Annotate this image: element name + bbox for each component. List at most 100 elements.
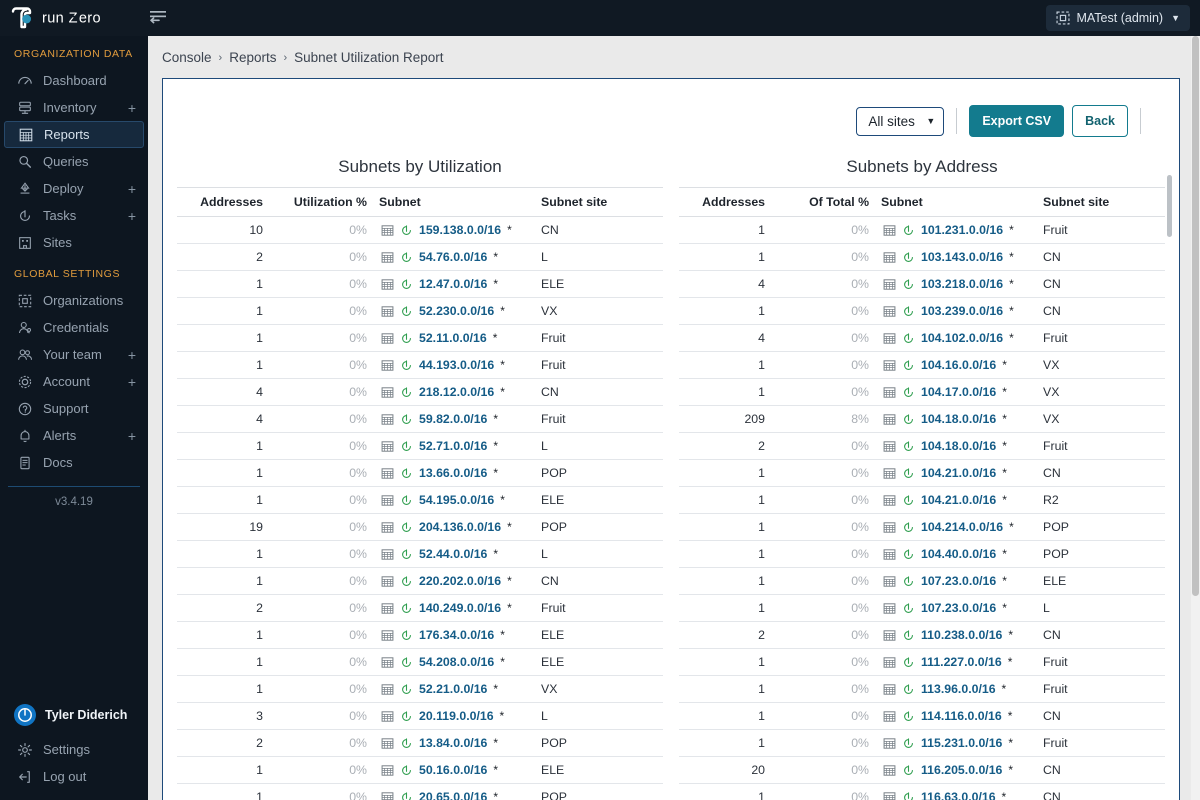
site-filter-select[interactable]: All sites xyxy=(856,106,945,136)
sidebar-item-account[interactable]: Account + xyxy=(4,368,144,395)
column-header-addresses[interactable]: Addresses xyxy=(177,187,269,217)
scan-icon[interactable] xyxy=(902,737,915,750)
subnet-link[interactable]: 20.119.0.0/16 xyxy=(419,709,494,723)
subnet-link[interactable]: 116.205.0.0/16 xyxy=(921,763,1002,777)
grid-icon[interactable] xyxy=(883,251,896,264)
scan-icon[interactable] xyxy=(400,764,413,777)
grid-icon[interactable] xyxy=(883,548,896,561)
grid-icon[interactable] xyxy=(381,224,394,237)
export-csv-button[interactable]: Export CSV xyxy=(969,105,1065,137)
sidebar-item-queries[interactable]: Queries xyxy=(4,148,144,175)
scan-icon[interactable] xyxy=(902,251,915,264)
sidebar-item-settings[interactable]: Settings xyxy=(4,736,144,763)
subnet-link[interactable]: 113.96.0.0/16 xyxy=(921,682,996,696)
subnet-link[interactable]: 176.34.0.0/16 xyxy=(419,628,494,642)
scan-icon[interactable] xyxy=(902,278,915,291)
scan-icon[interactable] xyxy=(400,224,413,237)
subnet-link[interactable]: 59.82.0.0/16 xyxy=(419,412,487,426)
scan-icon[interactable] xyxy=(902,467,915,480)
subnet-link[interactable]: 13.84.0.0/16 xyxy=(419,736,487,750)
subnet-link[interactable]: 110.238.0.0/16 xyxy=(921,628,1002,642)
grid-icon[interactable] xyxy=(381,791,394,800)
scan-icon[interactable] xyxy=(902,413,915,426)
sidebar-item-alerts[interactable]: Alerts + xyxy=(4,422,144,449)
column-header-subnet[interactable]: Subnet xyxy=(373,187,535,217)
grid-icon[interactable] xyxy=(381,305,394,318)
subnet-link[interactable]: 52.230.0.0/16 xyxy=(419,304,494,318)
scan-icon[interactable] xyxy=(902,305,915,318)
grid-icon[interactable] xyxy=(883,467,896,480)
expand-plus-icon[interactable]: + xyxy=(128,101,136,115)
scan-icon[interactable] xyxy=(400,710,413,723)
grid-icon[interactable] xyxy=(381,764,394,777)
scan-icon[interactable] xyxy=(400,548,413,561)
expand-plus-icon[interactable]: + xyxy=(128,209,136,223)
scan-icon[interactable] xyxy=(902,440,915,453)
page-scrollbar-thumb[interactable] xyxy=(1192,36,1199,596)
grid-icon[interactable] xyxy=(381,629,394,642)
grid-icon[interactable] xyxy=(381,737,394,750)
grid-icon[interactable] xyxy=(883,278,896,291)
subnet-link[interactable]: 104.17.0.0/16 xyxy=(921,385,996,399)
scan-icon[interactable] xyxy=(400,683,413,696)
subnet-link[interactable]: 104.40.0.0/16 xyxy=(921,547,996,561)
subnet-link[interactable]: 111.227.0.0/16 xyxy=(921,655,1002,669)
scan-icon[interactable] xyxy=(400,305,413,318)
grid-icon[interactable] xyxy=(883,224,896,237)
scan-icon[interactable] xyxy=(902,494,915,507)
scan-icon[interactable] xyxy=(400,359,413,372)
sidebar-item-tasks[interactable]: Tasks + xyxy=(4,202,144,229)
page-scrollbar[interactable] xyxy=(1191,36,1200,800)
grid-icon[interactable] xyxy=(381,386,394,399)
scan-icon[interactable] xyxy=(902,548,915,561)
scan-icon[interactable] xyxy=(400,386,413,399)
scan-icon[interactable] xyxy=(400,575,413,588)
scan-icon[interactable] xyxy=(902,710,915,723)
grid-icon[interactable] xyxy=(381,683,394,696)
grid-icon[interactable] xyxy=(883,791,896,800)
expand-plus-icon[interactable]: + xyxy=(128,182,136,196)
grid-icon[interactable] xyxy=(883,386,896,399)
grid-icon[interactable] xyxy=(381,494,394,507)
grid-icon[interactable] xyxy=(381,602,394,615)
grid-icon[interactable] xyxy=(381,467,394,480)
grid-icon[interactable] xyxy=(381,656,394,669)
grid-icon[interactable] xyxy=(883,629,896,642)
grid-icon[interactable] xyxy=(883,494,896,507)
grid-icon[interactable] xyxy=(883,332,896,345)
subnet-link[interactable]: 104.21.0.0/16 xyxy=(921,493,996,507)
column-header-addresses[interactable]: Addresses xyxy=(679,187,771,217)
scan-icon[interactable] xyxy=(902,683,915,696)
subnet-link[interactable]: 50.16.0.0/16 xyxy=(419,763,487,777)
scan-icon[interactable] xyxy=(400,440,413,453)
grid-icon[interactable] xyxy=(381,251,394,264)
grid-icon[interactable] xyxy=(883,710,896,723)
column-header-subnet[interactable]: Subnet xyxy=(875,187,1037,217)
column-header-subnet-site[interactable]: Subnet site xyxy=(1037,187,1165,217)
column-header-utilization[interactable]: Utilization % xyxy=(269,187,373,217)
scan-icon[interactable] xyxy=(400,521,413,534)
sidebar-item-reports[interactable]: Reports xyxy=(4,121,144,148)
grid-icon[interactable] xyxy=(883,602,896,615)
grid-icon[interactable] xyxy=(883,521,896,534)
scan-icon[interactable] xyxy=(902,359,915,372)
subnet-link[interactable]: 101.231.0.0/16 xyxy=(921,223,1003,237)
subnet-link[interactable]: 104.21.0.0/16 xyxy=(921,466,996,480)
grid-icon[interactable] xyxy=(381,548,394,561)
grid-icon[interactable] xyxy=(883,413,896,426)
scan-icon[interactable] xyxy=(902,629,915,642)
scan-icon[interactable] xyxy=(400,656,413,669)
subnet-link[interactable]: 54.195.0.0/16 xyxy=(419,493,494,507)
back-button[interactable]: Back xyxy=(1072,105,1128,137)
grid-icon[interactable] xyxy=(381,710,394,723)
subnet-link[interactable]: 52.44.0.0/16 xyxy=(419,547,487,561)
menu-collapse-icon[interactable] xyxy=(148,8,168,29)
expand-plus-icon[interactable]: + xyxy=(128,348,136,362)
scan-icon[interactable] xyxy=(400,602,413,615)
subnet-link[interactable]: 104.102.0.0/16 xyxy=(921,331,1003,345)
column-header-subnet-site[interactable]: Subnet site xyxy=(535,187,663,217)
subnet-link[interactable]: 20.65.0.0/16 xyxy=(419,790,487,800)
subnet-link[interactable]: 159.138.0.0/16 xyxy=(419,223,501,237)
grid-icon[interactable] xyxy=(381,575,394,588)
grid-icon[interactable] xyxy=(883,305,896,318)
